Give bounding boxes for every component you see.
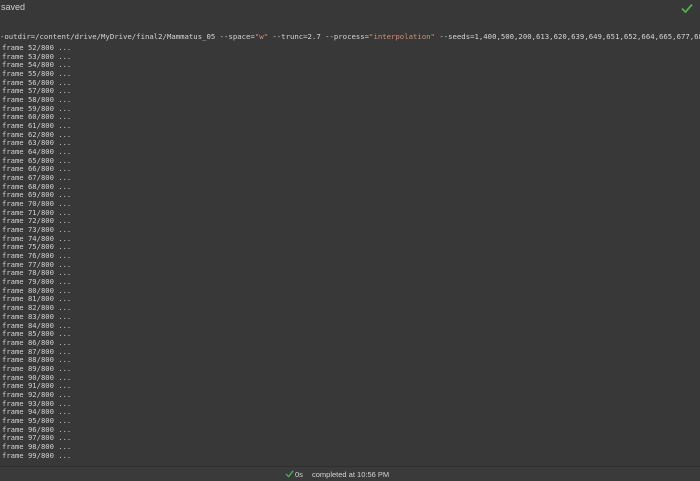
command-text-part3: --seeds=1,400,500,200,613,620,639,649,65… bbox=[439, 32, 700, 41]
output-line: frame 56/800 ... bbox=[2, 77, 72, 87]
output-line: frame 63/800 ... bbox=[2, 138, 72, 148]
output-line: frame 54/800 ... bbox=[2, 60, 72, 70]
output-line: frame 79/800 ... bbox=[2, 277, 72, 287]
command-line: -outdir=/content/drive/MyDrive/final2/Ma… bbox=[0, 30, 700, 44]
saved-status: saved bbox=[1, 2, 26, 12]
command-process-value: "interpolation" bbox=[369, 32, 435, 41]
output-line: frame 82/800 ... bbox=[2, 303, 72, 313]
command-text-part2: --trunc=2.7 --process= bbox=[268, 32, 370, 41]
output-line: frame 86/800 ... bbox=[2, 337, 72, 347]
output-line: frame 94/800 ... bbox=[2, 407, 72, 417]
output-line: frame 62/800 ... bbox=[2, 129, 72, 139]
output-line: frame 65/800 ... bbox=[2, 155, 72, 165]
output-line: frame 95/800 ... bbox=[2, 415, 72, 425]
output-line: frame 70/800 ... bbox=[2, 199, 72, 209]
output-line: frame 75/800 ... bbox=[2, 242, 72, 252]
output-line: frame 72/800 ... bbox=[2, 216, 72, 226]
output-line: frame 69/800 ... bbox=[2, 190, 72, 200]
output-line: frame 55/800 ... bbox=[2, 69, 72, 79]
output-line: frame 83/800 ... bbox=[2, 311, 72, 321]
output-line: frame 74/800 ... bbox=[2, 233, 72, 243]
output-line: frame 52/800 ... bbox=[2, 44, 72, 52]
output-line: frame 93/800 ... bbox=[2, 398, 72, 408]
output-line: frame 67/800 ... bbox=[2, 173, 72, 183]
output-line: frame 60/800 ... bbox=[2, 112, 72, 122]
completion-time: completed at 10:56 PM bbox=[312, 470, 390, 479]
output-line: frame 87/800 ... bbox=[2, 346, 72, 356]
output-line: frame 68/800 ... bbox=[2, 181, 72, 191]
output-line: frame 91/800 ... bbox=[2, 381, 72, 391]
output-line: frame 97/800 ... bbox=[2, 433, 72, 443]
output-line: frame 90/800 ... bbox=[2, 372, 72, 382]
output-line: frame 96/800 ... bbox=[2, 424, 72, 434]
output-line: frame 85/800 ... bbox=[2, 329, 72, 339]
output-line: frame 84/800 ... bbox=[2, 320, 72, 330]
cell-output[interactable]: frame 52/800 ... frame 53/800 ... frame 54… bbox=[2, 44, 682, 466]
saved-check-icon bbox=[681, 3, 693, 14]
output-line: frame 89/800 ... bbox=[2, 363, 72, 373]
output-line: frame 76/800 ... bbox=[2, 251, 72, 261]
output-line: frame 92/800 ... bbox=[2, 389, 72, 399]
status-check-icon bbox=[285, 470, 294, 478]
output-line: frame 77/800 ... bbox=[2, 259, 72, 269]
output-line: frame 73/800 ... bbox=[2, 225, 72, 235]
command-space-value: "w" bbox=[254, 32, 268, 41]
output-line: frame 58/800 ... bbox=[2, 95, 72, 105]
output-line: frame 66/800 ... bbox=[2, 164, 72, 174]
execution-duration: 0s bbox=[295, 470, 303, 479]
output-line: frame 59/800 ... bbox=[2, 103, 72, 113]
output-line: frame 99/800 ... bbox=[2, 450, 72, 460]
output-line: frame 88/800 ... bbox=[2, 355, 72, 365]
output-line: frame 57/800 ... bbox=[2, 86, 72, 96]
status-bar: 0s completed at 10:56 PM bbox=[0, 466, 700, 481]
output-line: frame 64/800 ... bbox=[2, 147, 72, 157]
command-text-part1: -outdir=/content/drive/MyDrive/final2/Ma… bbox=[0, 32, 255, 41]
output-line: frame 71/800 ... bbox=[2, 207, 72, 217]
output-line: frame 80/800 ... bbox=[2, 285, 72, 295]
output-line: frame 98/800 ... bbox=[2, 441, 72, 451]
header-bar: saved bbox=[0, 0, 700, 16]
output-line: frame 61/800 ... bbox=[2, 121, 72, 131]
output-line: frame 81/800 ... bbox=[2, 294, 72, 304]
output-line: frame 78/800 ... bbox=[2, 268, 72, 278]
output-line: frame 53/800 ... bbox=[2, 51, 72, 61]
